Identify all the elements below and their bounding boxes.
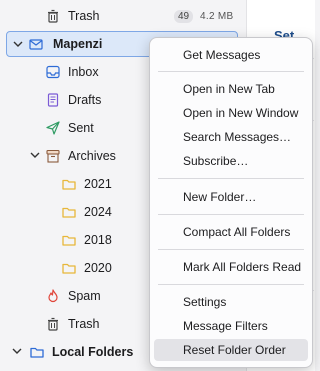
menu-item-label: Search Messages… xyxy=(183,130,292,144)
account-label: Local Folders xyxy=(52,345,134,359)
folder-label: 2018 xyxy=(84,233,112,247)
folder-icon xyxy=(62,207,76,218)
folder-icon xyxy=(62,235,76,246)
menu-separator xyxy=(158,214,304,215)
flame-icon xyxy=(48,289,58,303)
menu-item-label: Open in New Window xyxy=(183,106,299,120)
menu-item-label: Open in New Tab xyxy=(183,82,275,96)
menu-item-settings[interactable]: Settings xyxy=(154,291,308,313)
chevron-down-icon[interactable] xyxy=(30,150,40,160)
folder-icon xyxy=(62,263,76,274)
menu-item-reset-folder-order[interactable]: Reset Folder Order xyxy=(154,339,308,361)
menu-item-label: Compact All Folders xyxy=(183,225,291,239)
menu-separator xyxy=(158,71,304,72)
menu-item-label: Get Messages xyxy=(183,48,261,62)
trash-icon xyxy=(48,317,58,331)
account-mail-icon xyxy=(29,39,43,50)
archive-box-icon xyxy=(46,149,60,163)
chevron-down-icon[interactable] xyxy=(13,39,23,49)
menu-item-label: Mark All Folders Read xyxy=(183,260,302,274)
menu-separator xyxy=(158,249,304,250)
menu-item-mark-all-read[interactable]: Mark All Folders Read xyxy=(154,256,308,278)
inbox-icon xyxy=(46,65,60,79)
folder-label: Archives xyxy=(68,149,116,163)
chevron-down-icon[interactable] xyxy=(12,346,22,356)
menu-separator xyxy=(158,178,304,179)
menu-item-label: Message Filters xyxy=(183,319,268,333)
folder-trash-top[interactable]: Trash 49 4.2 MB xyxy=(0,2,246,30)
folder-label: Inbox xyxy=(68,65,99,79)
folder-label: 2020 xyxy=(84,261,112,275)
unread-count-badge: 49 xyxy=(174,10,194,23)
menu-item-open-new-tab[interactable]: Open in New Tab xyxy=(154,78,308,100)
menu-item-label: Reset Folder Order xyxy=(183,343,286,357)
context-menu: Get Messages Open in New Tab Open in New… xyxy=(149,37,313,368)
menu-item-search-messages[interactable]: Search Messages… xyxy=(154,126,308,148)
folder-icon xyxy=(62,179,76,190)
menu-separator xyxy=(158,284,304,285)
trash-icon xyxy=(48,9,58,23)
menu-item-label: Settings xyxy=(183,295,227,309)
folder-label: 2024 xyxy=(84,205,112,219)
folder-label: Trash xyxy=(68,9,100,23)
menu-item-message-filters[interactable]: Message Filters xyxy=(154,315,308,337)
account-label: Mapenzi xyxy=(53,37,103,51)
folder-icon xyxy=(30,347,44,358)
folder-label: 2021 xyxy=(84,177,112,191)
menu-item-compact-all-folders[interactable]: Compact All Folders xyxy=(154,221,308,243)
folder-label: Spam xyxy=(68,289,101,303)
menu-item-label: New Folder… xyxy=(183,190,257,204)
menu-item-label: Subscribe… xyxy=(183,154,249,168)
menu-item-subscribe[interactable]: Subscribe… xyxy=(154,150,308,172)
send-icon xyxy=(46,121,60,135)
folder-label: Sent xyxy=(68,121,94,135)
menu-item-open-new-window[interactable]: Open in New Window xyxy=(154,102,308,124)
folder-label: Trash xyxy=(68,317,100,331)
folder-label: Drafts xyxy=(68,93,102,107)
menu-item-get-messages[interactable]: Get Messages xyxy=(154,44,308,66)
menu-item-new-folder[interactable]: New Folder… xyxy=(154,186,308,208)
folder-size: 4.2 MB xyxy=(200,11,234,22)
drafts-icon xyxy=(47,93,59,107)
